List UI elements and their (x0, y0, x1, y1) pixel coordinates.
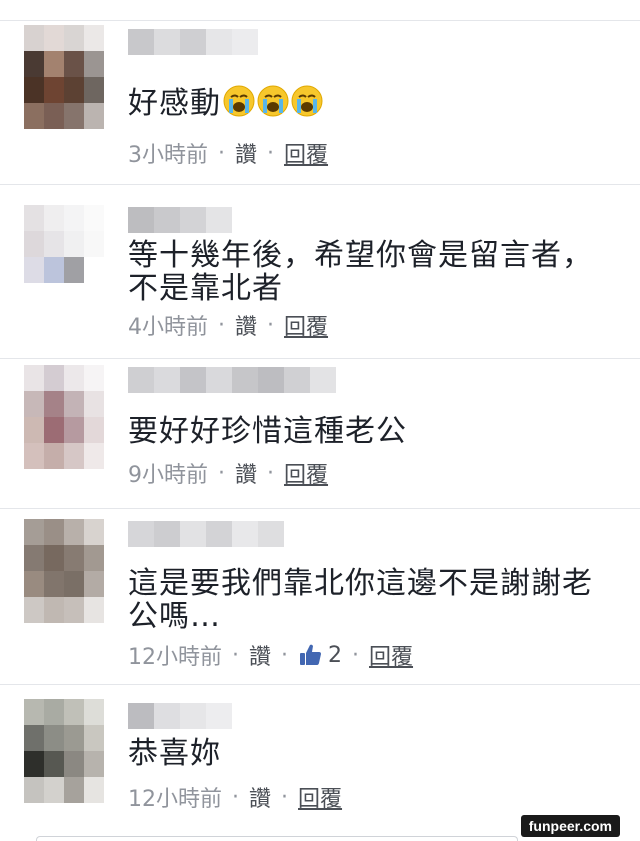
comment-meta: 12小時前 · 讚 · 2 · 回覆 (128, 639, 413, 671)
crying-face-icon (223, 85, 255, 117)
comment-input-edge[interactable] (36, 836, 518, 841)
like-link[interactable]: 讚 (249, 781, 271, 813)
reply-link[interactable]: 回覆 (284, 137, 328, 169)
comment-text-line: 公嗎… (128, 599, 221, 634)
comment-timestamp[interactable]: 3小時前 (128, 137, 208, 169)
comment-timestamp[interactable]: 4小時前 (128, 309, 208, 341)
comment-meta: 4小時前 · 讚 · 回覆 (128, 309, 328, 341)
separator-dot: · (218, 312, 225, 338)
comment-text-line: 不是靠北者 (128, 271, 283, 306)
separator-dot: · (281, 642, 289, 668)
avatar-pixelated[interactable] (24, 519, 104, 623)
comment-text-line: 要好好珍惜這種老公 (128, 414, 407, 449)
reply-link[interactable]: 回覆 (284, 309, 328, 341)
separator-dot: · (218, 140, 225, 166)
separator-dot: · (232, 784, 239, 810)
comment-text: 要好好珍惜這種老公 (128, 415, 407, 448)
comment-timestamp[interactable]: 12小時前 (128, 781, 222, 813)
like-link[interactable]: 讚 (235, 309, 257, 341)
comment-meta: 3小時前 · 讚 · 回覆 (128, 137, 328, 169)
separator-dot: · (232, 642, 239, 668)
comment-text: 恭喜妳 (128, 737, 221, 770)
reply-link[interactable]: 回覆 (298, 781, 342, 813)
comment-text-line: 等十幾年後，希望你會是留言者， (128, 238, 593, 273)
reply-link[interactable]: 回覆 (284, 457, 328, 489)
comment-item: 要好好珍惜這種老公 9小時前 · 讚 · 回覆 (0, 358, 640, 509)
comment-text: 等十幾年後，希望你會是留言者， 不是靠北者 (128, 239, 593, 305)
separator-dot: · (218, 460, 225, 486)
username-blurred[interactable] (128, 521, 284, 547)
comment-text-line: 好感動 (128, 86, 221, 121)
comment-text: 好感動 (128, 85, 323, 120)
avatar-pixelated[interactable] (24, 699, 104, 803)
thumbs-up-icon[interactable] (298, 643, 322, 667)
username-blurred[interactable] (128, 29, 258, 55)
comment-text-line: 這是要我們靠北你這邊不是謝謝老 (128, 566, 593, 601)
like-link[interactable]: 讚 (235, 137, 257, 169)
username-blurred[interactable] (128, 367, 336, 393)
comment-list: 好感動 3小時前 · 讚 · 回覆 等十幾年後，希望你會是留言者， 不是靠北者 (0, 0, 640, 841)
avatar-pixelated[interactable] (24, 365, 104, 469)
like-count[interactable]: 2 (328, 643, 342, 668)
crying-face-icon (257, 85, 289, 117)
comment-text: 這是要我們靠北你這邊不是謝謝老 公嗎… (128, 567, 593, 633)
like-link[interactable]: 讚 (235, 457, 257, 489)
separator-dot: · (267, 460, 275, 486)
username-blurred[interactable] (128, 207, 232, 233)
watermark: funpeer.com (520, 815, 620, 837)
reply-link[interactable]: 回覆 (369, 639, 413, 671)
comment-meta: 12小時前 · 讚 · 回覆 (128, 781, 342, 813)
comment-timestamp[interactable]: 12小時前 (128, 639, 222, 671)
comment-timestamp[interactable]: 9小時前 (128, 457, 208, 489)
like-link[interactable]: 讚 (249, 639, 271, 671)
comment-item: 等十幾年後，希望你會是留言者， 不是靠北者 4小時前 · 讚 · 回覆 (0, 184, 640, 359)
comment-item: 好感動 3小時前 · 讚 · 回覆 (0, 20, 640, 185)
comment-text-line: 恭喜妳 (128, 736, 221, 771)
username-blurred[interactable] (128, 703, 232, 729)
comment-item: 這是要我們靠北你這邊不是謝謝老 公嗎… 12小時前 · 讚 · 2 · 回覆 (0, 508, 640, 685)
separator-dot: · (267, 140, 275, 166)
avatar-pixelated[interactable] (24, 205, 104, 309)
avatar-pixelated[interactable] (24, 25, 104, 129)
crying-face-icon (291, 85, 323, 117)
separator-dot: · (281, 784, 289, 810)
separator-dot: · (267, 312, 275, 338)
comment-meta: 9小時前 · 讚 · 回覆 (128, 457, 328, 489)
separator-dot: · (352, 642, 360, 668)
